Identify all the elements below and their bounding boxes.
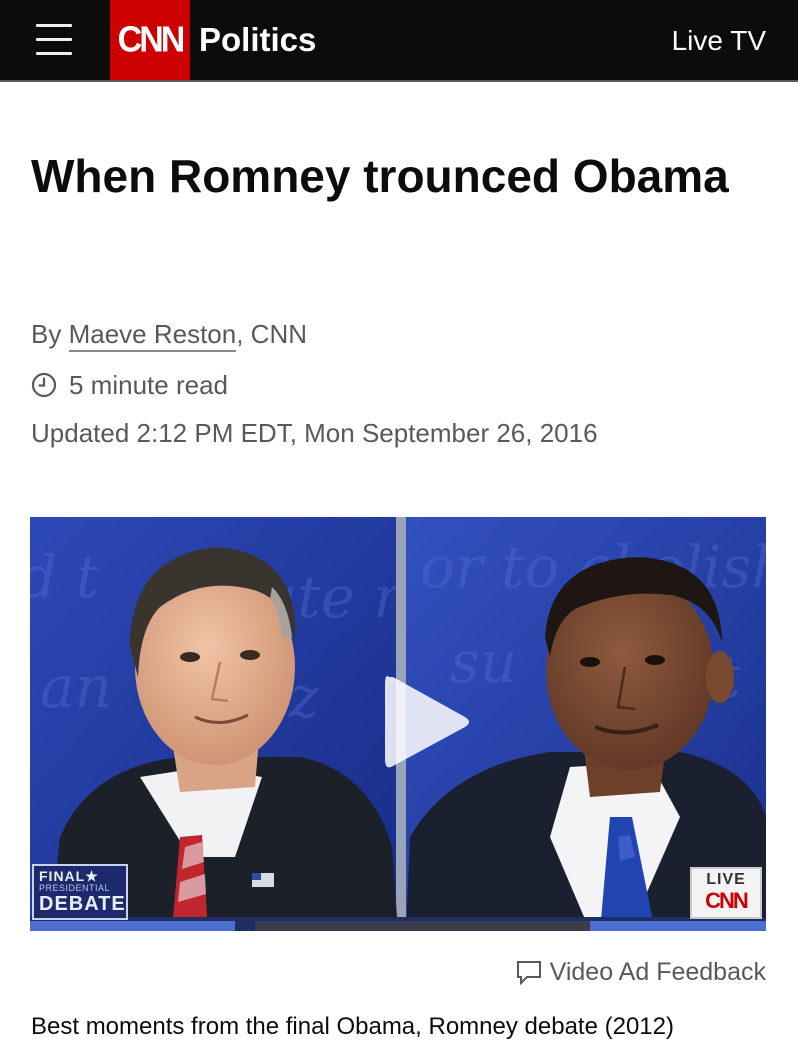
live-badge-label: LIVE (706, 871, 746, 888)
author-link[interactable]: Maeve Reston (68, 319, 237, 352)
clock-icon (31, 372, 57, 398)
final-debate-badge-mid: PRESIDENTIAL (39, 883, 111, 893)
byline-suffix: , CNN (236, 319, 308, 349)
video-player[interactable]: d t ute m an iz or to abolish su nt (30, 517, 766, 931)
article-headline: When Romney trounced Obama (31, 150, 729, 202)
read-time: 5 minute read (31, 367, 228, 403)
cnn-logo[interactable]: CNN (110, 0, 190, 80)
video-ad-feedback-link[interactable]: Video Ad Feedback (516, 955, 766, 989)
header-divider (0, 80, 798, 82)
cnn-logo-text: CNN (117, 19, 186, 60)
feedback-icon (516, 961, 541, 985)
updated-timestamp: Updated 2:12 PM EDT, Mon September 26, 2… (31, 418, 598, 448)
live-cnn-badge: LIVE CNN (690, 867, 762, 919)
svg-text:an: an (40, 653, 112, 721)
svg-text:d t: d t (30, 543, 100, 611)
byline-prefix: By (31, 319, 69, 349)
read-time-label: 5 minute read (69, 370, 228, 400)
video-caption: Best moments from the final Obama, Romne… (31, 1013, 674, 1040)
video-ad-feedback-label: Video Ad Feedback (549, 958, 766, 986)
final-debate-badge: FINAL★ PRESIDENTIAL DEBATE (32, 864, 128, 920)
final-debate-badge-top: FINAL★ (39, 868, 99, 884)
play-icon[interactable] (375, 667, 475, 777)
hamburger-menu-icon[interactable] (36, 23, 72, 57)
live-badge-logo: CNN (705, 888, 749, 913)
byline: By Maeve Reston, CNN (31, 316, 307, 352)
section-title[interactable]: Politics (199, 20, 316, 60)
top-nav-bar: CNN Politics Live TV (0, 0, 798, 80)
live-tv-link[interactable]: Live TV (672, 22, 766, 60)
final-debate-badge-bottom: DEBATE (39, 893, 126, 915)
